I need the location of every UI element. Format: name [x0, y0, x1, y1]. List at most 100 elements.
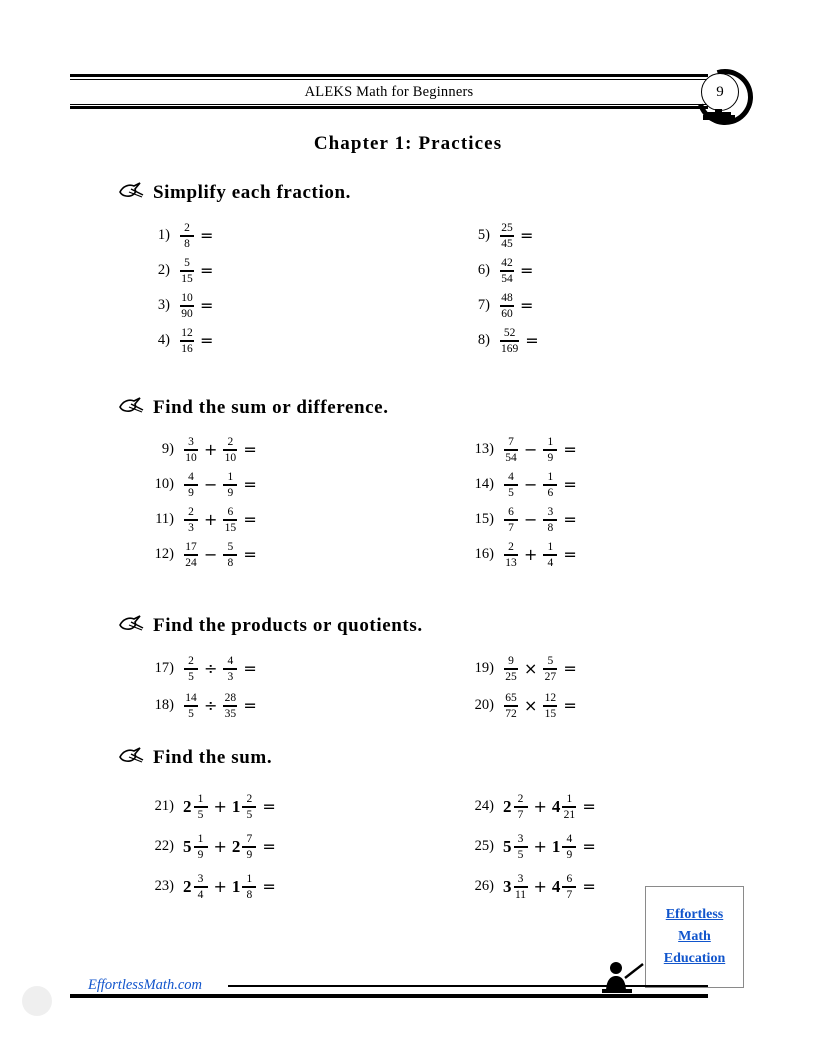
problem-item[interactable]: 8) 52 169 =	[460, 327, 539, 355]
problem-item[interactable]: 7) 48 60 =	[460, 292, 534, 320]
fraction-bar	[504, 519, 518, 521]
fraction: 19	[223, 471, 238, 499]
problem-item[interactable]: 20) 65 72 × 12 15 =	[460, 692, 577, 720]
equals-sign: =	[243, 440, 257, 460]
problem-item[interactable]: 10) 4 9−1 9 =	[140, 471, 257, 499]
fraction-denominator: 10	[224, 451, 237, 464]
fraction-denominator: 4	[547, 556, 554, 569]
fraction-numerator: 12	[181, 327, 193, 339]
problem-number: 18)	[154, 697, 174, 714]
problem-item[interactable]: 2) 5 15 =	[140, 257, 214, 285]
problem-item[interactable]: 25) 5 3 5 +1 4 9 =	[460, 833, 596, 861]
problem-item[interactable]: 1) 2 8 =	[140, 222, 214, 250]
mixed-number: 4 1 21	[552, 793, 578, 821]
equals-sign: =	[262, 797, 276, 817]
fraction: 6 15	[223, 506, 238, 534]
fraction-numerator: 7	[508, 436, 514, 448]
fraction-numerator: 4	[508, 471, 514, 483]
fraction-numerator: 17	[185, 541, 197, 553]
problem-item[interactable]: 6) 42 54 =	[460, 257, 534, 285]
fraction-numerator: 6	[508, 506, 514, 518]
fraction-denominator: 3	[188, 521, 194, 534]
problem-item[interactable]: 5) 25 45 =	[460, 222, 534, 250]
fraction-numerator: 5	[184, 257, 190, 269]
fraction-numerator: 2	[188, 506, 194, 518]
fraction-denominator: 15	[181, 272, 193, 285]
problem-item[interactable]: 22) 5 1 9 +2 7 9 =	[140, 833, 276, 861]
equals-sign: =	[563, 475, 577, 495]
problem-item[interactable]: 15) 6 7−3 8 =	[460, 506, 577, 534]
fraction-numerator: 3	[188, 436, 194, 448]
fraction: 67	[562, 873, 577, 901]
fraction-bar	[180, 340, 194, 342]
pen-nib-icon	[118, 396, 144, 420]
fraction: 3 10	[184, 436, 198, 464]
fraction-denominator: 54	[505, 451, 517, 464]
problem-item[interactable]: 9) 3 10 +2 10 =	[140, 436, 257, 464]
problem-item[interactable]: 16) 2 13 +1 4 =	[460, 541, 577, 569]
fraction: 35	[513, 833, 528, 861]
fraction-bar	[223, 554, 238, 556]
section-heading-text: Find the sum.	[153, 747, 273, 768]
mixed-number: 3 3 11	[503, 873, 529, 901]
problem-item[interactable]: 13) 7 54−1 9 =	[460, 436, 577, 464]
problem-item[interactable]: 18) 14 5 ÷ 28 35 =	[140, 692, 257, 720]
whole-part: 1	[231, 796, 241, 816]
globe-base	[703, 115, 735, 120]
fraction-bar	[513, 806, 528, 808]
operator: ÷	[204, 696, 218, 716]
fraction-numerator: 65	[505, 692, 517, 704]
page-title: Chapter 1: Practices	[313, 133, 503, 154]
mixed-number: 279	[232, 833, 258, 861]
problem-number: 22)	[154, 838, 174, 855]
fraction-numerator: 4	[188, 471, 194, 483]
fraction-numerator: 2	[184, 222, 190, 234]
fraction: 79	[242, 833, 257, 861]
fraction-bar	[184, 519, 198, 521]
problem-item[interactable]: 21) 2 1 5 +1 2 5 =	[140, 793, 276, 821]
problem-item[interactable]: 24) 2 2 7 +4 1 21 =	[460, 793, 596, 821]
problem-number: 14)	[474, 476, 494, 493]
problem-number: 8)	[477, 332, 490, 349]
fraction: 19	[193, 833, 208, 861]
problem-item[interactable]: 17) 2 5 ÷ 4 3 =	[140, 655, 257, 683]
problem-item[interactable]: 19) 9 25 × 5 27 =	[460, 655, 577, 683]
fraction-bar	[180, 270, 194, 272]
problem-item[interactable]: 4) 12 16 =	[140, 327, 214, 355]
fraction-bar	[180, 235, 194, 237]
fraction-denominator: 5	[188, 670, 194, 683]
problem-item[interactable]: 3) 10 90 =	[140, 292, 214, 320]
fraction-numerator: 1	[547, 436, 554, 448]
fraction-denominator: 72	[505, 707, 517, 720]
problem-number: 6)	[477, 262, 490, 279]
equals-sign: =	[582, 797, 596, 817]
fraction-numerator: 2	[227, 436, 234, 448]
mixed-number: 215	[183, 793, 209, 821]
operator: +	[533, 877, 547, 897]
problem-item[interactable]: 26) 3 3 11 +4 6 7 =	[460, 873, 596, 901]
fraction: 48 60	[500, 292, 514, 320]
fraction: 5 27	[543, 655, 558, 683]
fraction-numerator: 1	[197, 793, 204, 805]
fraction-bar	[562, 846, 577, 848]
fraction-numerator: 4	[566, 833, 573, 845]
problem-item[interactable]: 14) 4 5−1 6 =	[460, 471, 577, 499]
problem-number: 9)	[161, 441, 174, 458]
fraction: 19	[543, 436, 558, 464]
operator: −	[524, 440, 538, 460]
fraction-bar	[184, 668, 198, 670]
problem-item[interactable]: 11) 2 3 +6 15 =	[140, 506, 257, 534]
fraction-bar	[500, 340, 520, 342]
fraction: 43	[223, 655, 238, 683]
fraction-bar	[184, 484, 198, 486]
fraction: 67	[504, 506, 518, 534]
effortless-math-logo[interactable]: Effortless Math Education	[645, 886, 744, 988]
problem-item[interactable]: 12) 17 24−5 8 =	[140, 541, 257, 569]
fraction-numerator: 3	[547, 506, 554, 518]
fraction-denominator: 9	[246, 848, 253, 861]
fraction: 14	[543, 541, 558, 569]
footer-rule-thick	[70, 994, 708, 998]
footer-website-link[interactable]: EffortlessMath.com	[88, 977, 202, 994]
problem-item[interactable]: 23) 2 3 4 +1 1 8 =	[140, 873, 276, 901]
fraction: 3 11	[513, 873, 528, 901]
